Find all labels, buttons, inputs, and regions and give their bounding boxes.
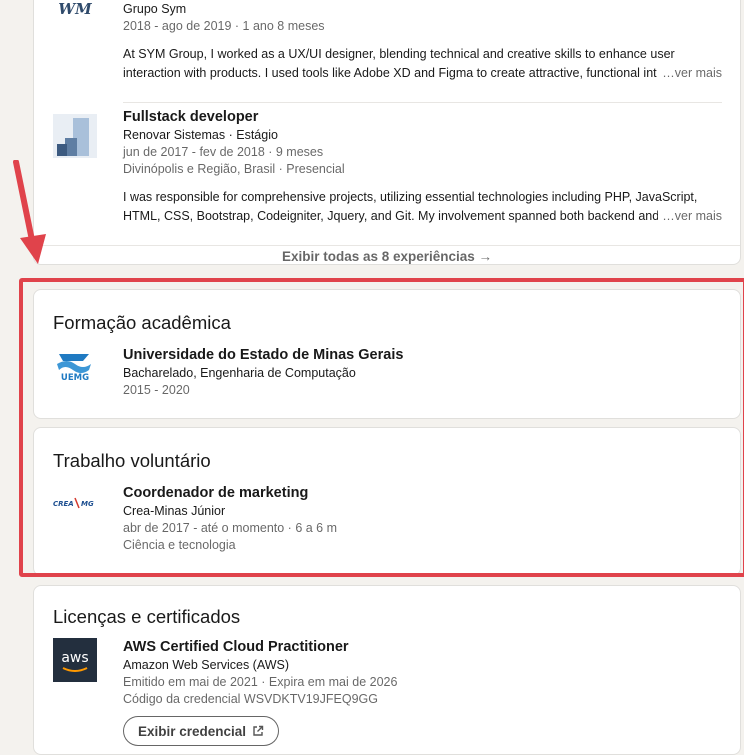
external-link-icon [253, 725, 264, 736]
experience-description: I was responsible for comprehensive proj… [123, 188, 722, 225]
volunteer-section: Trabalho voluntário CREA MG Coordenador … [33, 427, 741, 576]
section-title: Licenças e certificados [53, 606, 241, 627]
volunteer-period: abr de 2017 - até o momento · 6 a 6 m [123, 521, 338, 535]
degree: Bacharelado, Engenharia de Computação [123, 366, 356, 380]
credential-id: Código da credencial WSVDKTV19JFEQ9GG [123, 692, 378, 706]
show-credential-button[interactable]: Exibir credencial [123, 716, 280, 746]
experience-period: jun de 2017 - fev de 2018 · 9 meses [123, 145, 324, 159]
uemg-logo: UEMG [53, 348, 97, 392]
renovar-sistemas-logo [53, 114, 97, 158]
see-more-link[interactable]: …ver mais [658, 206, 722, 225]
show-credential-label: Exibir credencial [138, 723, 247, 739]
experience-role[interactable]: Fullstack developer [123, 108, 722, 127]
experience-company: Renovar Sistemas · Estágio [123, 128, 278, 142]
license-dates: Emitido em mai de 2021 · Expira em mai d… [123, 675, 398, 689]
volunteer-role[interactable]: Coordenador de marketing [123, 484, 722, 503]
crea-minas-logo: CREA MG [53, 486, 97, 530]
experience-period: 2018 - ago de 2019 · 1 ano 8 meses [123, 19, 325, 33]
aws-logo-text: aws [61, 650, 88, 666]
section-title: Trabalho voluntário [53, 450, 211, 471]
uemg-logo-text: UEMG [61, 373, 89, 383]
divider [123, 102, 722, 103]
volunteer-org: Crea-Minas Júnior [123, 504, 226, 518]
see-more-link[interactable]: …ver mais [658, 63, 722, 82]
crea-logo-text: CREA [53, 500, 74, 508]
section-title: Formação acadêmica [53, 312, 231, 333]
grupo-sym-logo: WM [53, 0, 97, 42]
experience-section: WM UI/UX Designer Grupo Sym 2018 - ago d… [33, 0, 741, 265]
red-arrow-annotation [13, 160, 46, 264]
education-section: Formação acadêmica UEMG Universidade do … [33, 289, 741, 419]
license-issuer: Amazon Web Services (AWS) [123, 658, 290, 672]
experience-location: Divinópolis e Região, Brasil · Presencia… [123, 162, 345, 176]
education-period: 2015 - 2020 [123, 383, 190, 397]
licenses-section: Licenças e certificados aws AWS Certifie… [33, 585, 741, 755]
experience-company: Grupo Sym [123, 2, 187, 16]
crea-logo-text-mg: MG [81, 500, 94, 508]
experience-description: At SYM Group, I worked as a UX/UI design… [123, 45, 722, 82]
license-name[interactable]: AWS Certified Cloud Practitioner [123, 638, 722, 657]
school-name[interactable]: Universidade do Estado de Minas Gerais [123, 346, 722, 365]
volunteer-cause: Ciência e tecnologia [123, 538, 236, 552]
svg-text:WM: WM [58, 0, 92, 18]
show-all-experiences-button[interactable]: Exibir todas as 8 experiências → [34, 245, 740, 267]
aws-logo: aws [53, 638, 97, 682]
